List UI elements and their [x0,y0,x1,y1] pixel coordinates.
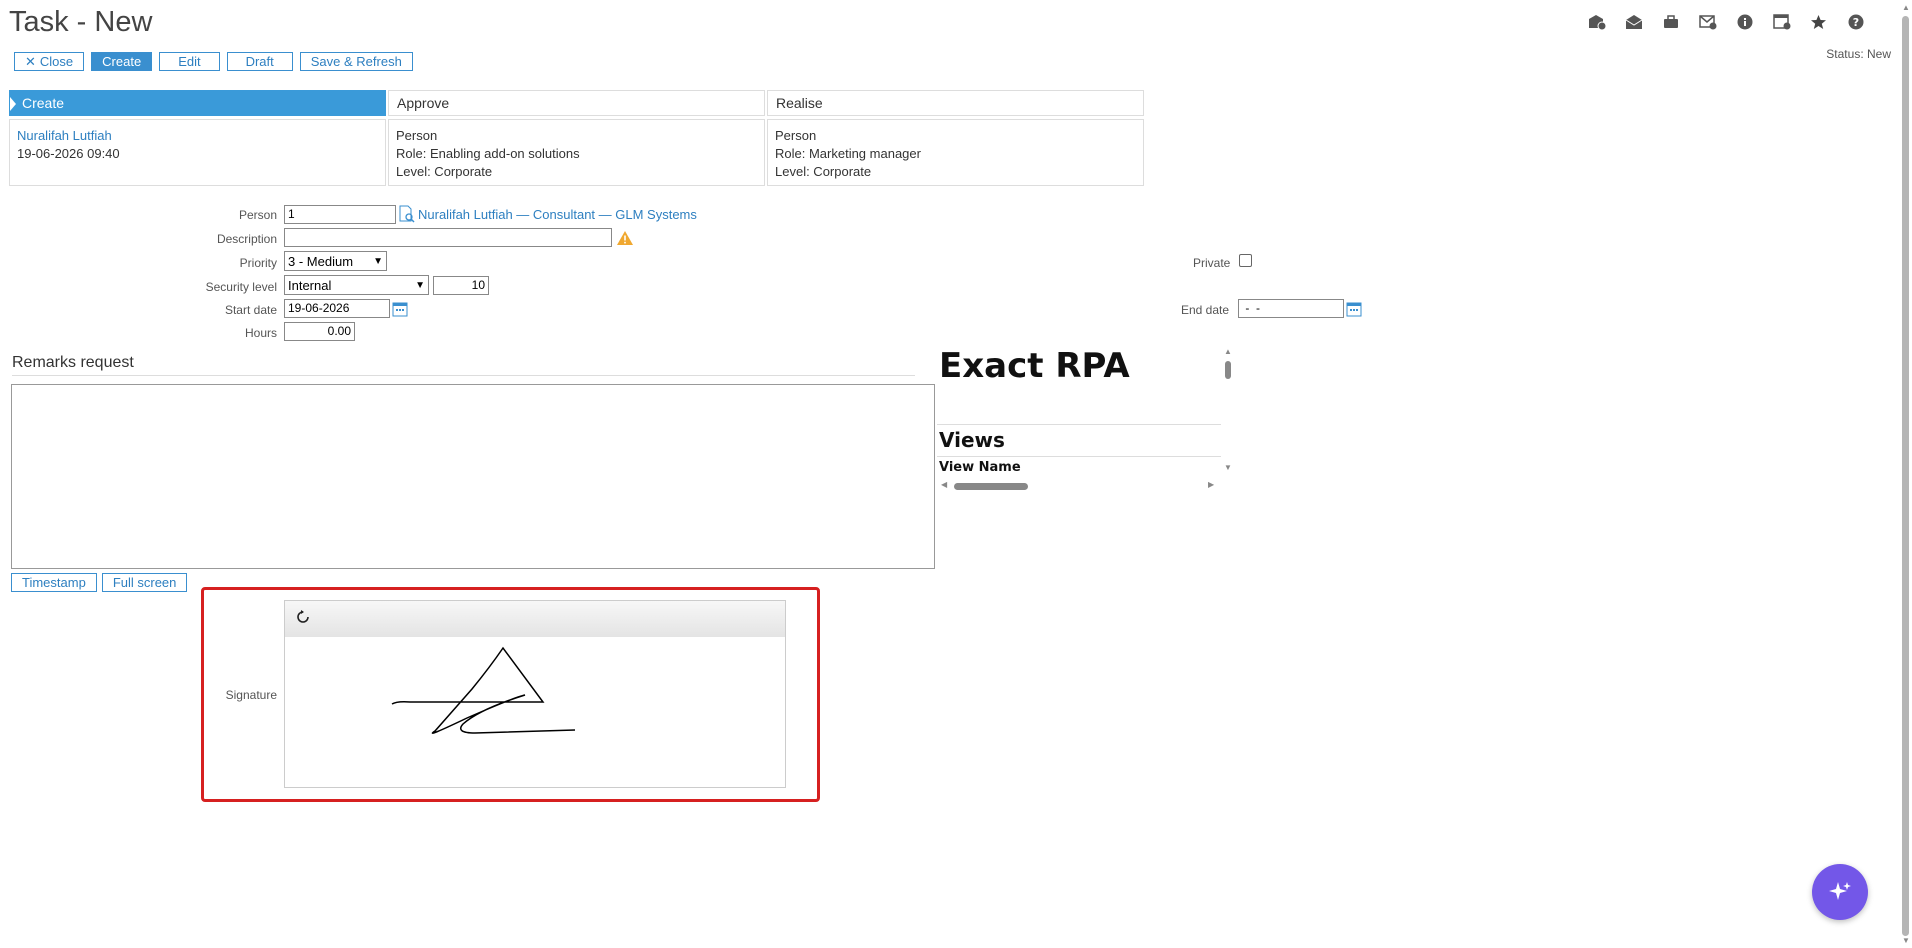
remarks-actions: Timestamp Full screen [11,573,188,592]
person-link[interactable]: Nuralifah Lutfiah — Consultant — GLM Sys… [418,207,697,222]
start-date-input[interactable]: 19-06-2026 [284,299,390,318]
end-date-label: End date [1181,303,1230,317]
save-refresh-button[interactable]: Save & Refresh [299,52,413,71]
page-title: Task - New [9,6,153,38]
sparkle-icon [1829,882,1851,900]
approve-role: Role: Enabling add-on solutions [396,146,580,161]
rpa-title: Exact RPA [939,346,1130,386]
priority-select[interactable]: 3 - Medium ▼ [284,251,387,271]
star-icon[interactable] [1809,12,1828,31]
toolbar: ✕ Close Create Edit Draft Save & Refresh [14,52,413,71]
timestamp-button[interactable]: Timestamp [11,573,97,592]
vertical-scrollbar-thumb[interactable] [1225,361,1231,379]
security-level-value: Internal [288,277,332,293]
workflow-create-details: Nuralifah Lutfiah 19-06-2026 09:40 [9,119,386,186]
scroll-left-icon[interactable]: ◀ [941,480,947,489]
person-label: Person [238,208,277,222]
realise-role: Role: Marketing manager [775,146,921,161]
page-scrollbar-thumb[interactable] [1902,16,1909,936]
top-icon-bar: ? [1587,12,1865,31]
mail-add-icon[interactable] [1698,12,1717,31]
create-button[interactable]: Create [91,52,153,71]
horizontal-scrollbar-thumb[interactable] [954,483,1028,490]
mail-open-icon[interactable] [1624,12,1643,31]
realise-person: Person [775,128,817,143]
priority-label: Priority [239,256,277,270]
workflow-steps: Create Approve Realise Nuralifah Lutfiah… [9,90,1144,186]
private-checkbox[interactable] [1239,254,1252,267]
end-date-input[interactable]: - - [1238,299,1344,318]
description-input[interactable] [284,228,612,247]
approve-level: Level: Corporate [396,164,493,179]
page-scroll-up-icon[interactable]: ▲ [1902,3,1910,12]
scroll-down-icon[interactable]: ▼ [1224,463,1232,472]
signature-drawing [391,646,576,734]
workflow-step-create[interactable]: Create [9,90,386,116]
approve-person: Person [396,128,438,143]
close-button[interactable]: ✕ Close [14,52,85,71]
close-icon: ✕ [25,54,36,69]
fullscreen-button[interactable]: Full screen [101,573,188,592]
rpa-divider [937,456,1221,457]
security-number-input[interactable]: 10 [433,276,489,295]
priority-value: 3 - Medium [288,253,354,269]
workflow-realise-details: Person Role: Marketing manager Level: Co… [767,119,1144,186]
warning-icon [616,230,634,251]
calendar-settings-icon[interactable] [1772,12,1791,31]
signature-toolbar [285,601,785,637]
scroll-right-icon[interactable]: ▶ [1208,480,1214,489]
remarks-title: Remarks request [12,354,134,371]
security-level-select[interactable]: Internal ▼ [284,275,429,295]
private-label: Private [1193,256,1231,270]
help-icon[interactable]: ? [1846,12,1865,31]
calendar-icon[interactable] [1346,301,1362,322]
reset-icon[interactable] [295,609,311,630]
person-input[interactable]: 1 [284,205,396,224]
info-icon[interactable] [1735,12,1754,31]
hours-label: Hours [244,326,277,340]
remarks-textarea[interactable] [11,384,935,569]
security-level-label: Security level [205,280,277,294]
calendar-icon[interactable] [392,301,408,322]
realise-level: Level: Corporate [775,164,872,179]
edit-button[interactable]: Edit [159,52,220,71]
person-lookup-icon[interactable] [398,205,416,228]
rpa-view-name-header: View Name [939,460,1021,475]
close-button-label: Close [39,54,74,69]
rpa-divider [937,424,1221,425]
signature-label: Signature [225,688,277,702]
ai-assistant-button[interactable] [1812,864,1868,920]
description-label: Description [216,232,277,246]
creator-link[interactable]: Nuralifah Lutfiah [17,127,378,145]
svg-text:?: ? [1852,16,1858,29]
workflow-approve-details: Person Role: Enabling add-on solutions L… [388,119,765,186]
briefcase-icon[interactable] [1661,12,1680,31]
signature-pad[interactable] [284,600,786,788]
chevron-down-icon: ▼ [373,255,383,267]
mail-info-icon[interactable] [1587,12,1606,31]
workflow-step-approve[interactable]: Approve [388,90,765,116]
hours-input[interactable]: 0.00 [284,322,355,341]
created-date: 19-06-2026 09:40 [17,146,120,161]
start-date-label: Start date [224,303,277,317]
chevron-down-icon: ▼ [415,279,425,291]
rpa-views-heading: Views [939,428,1005,452]
status-label: Status: New [1826,47,1891,61]
remarks-divider [12,375,915,376]
workflow-step-realise[interactable]: Realise [767,90,1144,116]
scroll-up-icon[interactable]: ▲ [1224,347,1232,356]
draft-button[interactable]: Draft [226,52,293,71]
page-scroll-down-icon[interactable]: ▼ [1902,936,1910,945]
